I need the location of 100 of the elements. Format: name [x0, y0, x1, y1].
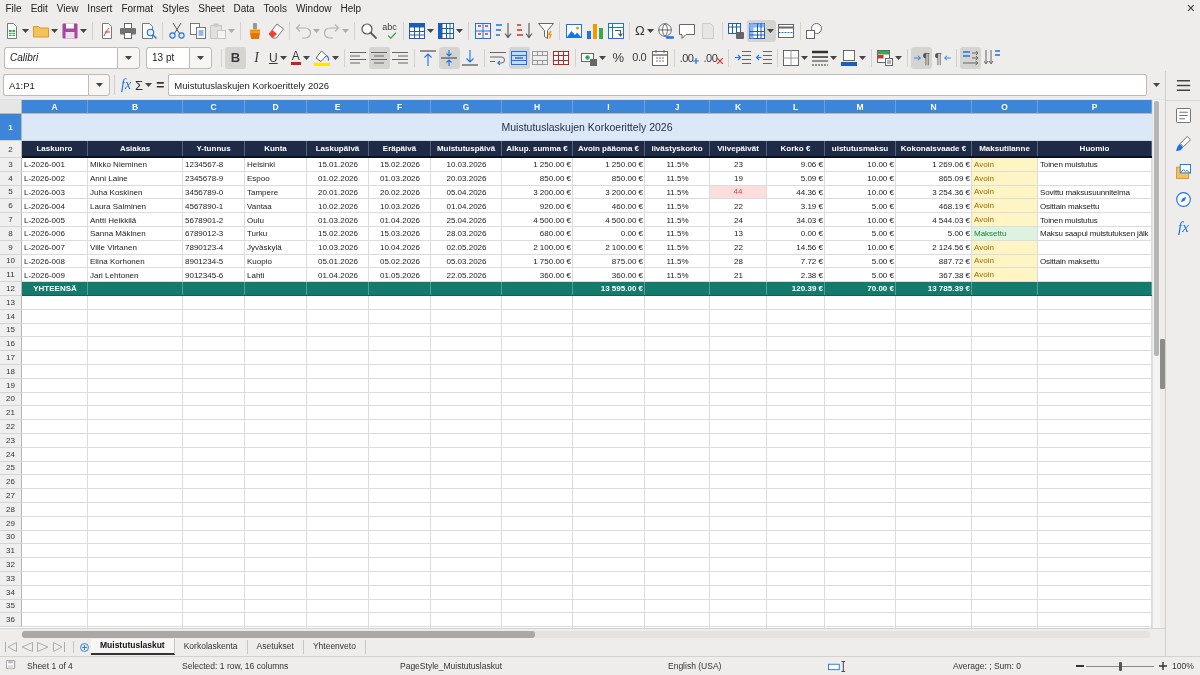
special-character-button[interactable]: Ω	[633, 19, 656, 42]
row-header[interactable]: 17	[0, 351, 22, 365]
function-wizard-button[interactable]: fx	[119, 74, 134, 96]
scrollbar-thumb[interactable]	[22, 630, 535, 638]
undo-icon	[295, 22, 311, 39]
align-center-button[interactable]	[368, 46, 390, 69]
column-title: Korko €	[767, 141, 825, 156]
row-header[interactable]: 31	[0, 544, 22, 559]
menu-icon[interactable]	[1176, 78, 1191, 93]
table-cell-text: 11.5%	[665, 200, 690, 213]
gallery-icon[interactable]	[1176, 163, 1191, 179]
row-header[interactable]: 22	[0, 420, 22, 434]
print-area-icon	[728, 22, 745, 39]
row-header[interactable]: 12	[0, 282, 22, 296]
table-cell-text: L-2026-005	[23, 214, 66, 227]
font-name-field[interactable]: Calibri	[4, 46, 117, 69]
dropdown-button[interactable]	[117, 46, 140, 69]
row-header[interactable]: 16	[0, 337, 22, 352]
column-header[interactable]: N	[896, 100, 972, 114]
menu-item[interactable]: Sheet	[193, 1, 229, 16]
navigator-icon[interactable]	[1176, 191, 1191, 207]
sidebar-toggle[interactable]	[1160, 339, 1165, 389]
font-color-button[interactable]: A	[288, 46, 312, 69]
row-header[interactable]: 2	[0, 141, 22, 158]
menu-item[interactable]: File	[1, 1, 27, 16]
properties-icon[interactable]	[1176, 107, 1191, 123]
slider-thumb[interactable]	[1118, 661, 1122, 671]
horizontal-scrollbar[interactable]	[22, 630, 1150, 638]
scrollbar-thumb[interactable]	[1154, 101, 1159, 356]
column-header[interactable]: E	[307, 100, 369, 114]
delete-decimal-button[interactable]: .00	[701, 46, 726, 69]
row-header[interactable]: 27	[0, 489, 22, 503]
document-save-icon[interactable]	[6, 660, 18, 672]
sheet-tab[interactable]: Yhteenveto	[303, 640, 366, 654]
number-button[interactable]: 0.0	[628, 46, 650, 69]
table-cell-text: 10.02.2026	[316, 200, 359, 213]
menu-item[interactable]: Window	[291, 1, 336, 16]
percent-button[interactable]: %	[607, 46, 629, 69]
row-header[interactable]: 3	[0, 158, 22, 172]
selection-mode-icon[interactable]	[828, 660, 846, 672]
column-header[interactable]: H	[502, 100, 573, 114]
row-header[interactable]: 1	[0, 114, 22, 141]
column-header[interactable]: G	[431, 100, 502, 114]
underline-button[interactable]: U	[267, 46, 289, 69]
table-cell-text: Helsinki	[246, 159, 276, 172]
add-sheet-icon[interactable]	[80, 642, 89, 652]
column-header[interactable]: F	[369, 100, 431, 114]
dropdown-button[interactable]	[189, 46, 212, 69]
menu-item[interactable]: Data	[228, 1, 260, 16]
row-header[interactable]: 36	[0, 613, 22, 628]
sum-button[interactable]: Σ	[133, 74, 155, 96]
left-to-right-button[interactable]: ¶	[911, 46, 933, 69]
close-button[interactable]: ×	[1186, 1, 1195, 16]
bold-button[interactable]: B	[225, 46, 246, 69]
column-header[interactable]: C	[183, 100, 245, 114]
row-header[interactable]: 7	[0, 213, 22, 227]
align-middle-button[interactable]	[438, 46, 460, 69]
text-left-to-right-button[interactable]	[960, 46, 982, 69]
caret-icon	[95, 83, 103, 87]
merge-center-button[interactable]	[508, 46, 530, 69]
row-header[interactable]: 32	[0, 558, 22, 572]
sheet-tab[interactable]: Muistutuslaskut	[91, 639, 175, 655]
formula-button[interactable]: =	[154, 74, 167, 96]
right-to-left-button[interactable]: ¶	[932, 46, 954, 69]
sheet-tab[interactable]: Korkolaskenta	[174, 640, 248, 654]
column-header[interactable]: I	[573, 100, 645, 114]
column-header[interactable]: P	[1038, 100, 1152, 114]
menu-item[interactable]: View	[52, 1, 83, 16]
add-decimal-button[interactable]: .00	[677, 46, 702, 69]
freeze-button[interactable]	[746, 19, 776, 42]
row-header[interactable]: 21	[0, 406, 22, 421]
column-header[interactable]: B	[88, 100, 183, 114]
row-header[interactable]: 6	[0, 199, 22, 214]
row-header[interactable]: 26	[0, 475, 22, 490]
column-header[interactable]: K	[710, 100, 767, 114]
dropdown-button[interactable]	[88, 74, 110, 96]
font-size-field[interactable]: 13 pt	[146, 46, 189, 69]
column-header[interactable]: J	[645, 100, 710, 114]
status-cell: Avoin	[972, 158, 1038, 172]
menu-item[interactable]: Edit	[26, 1, 53, 16]
table-cell-text: 13	[733, 228, 744, 241]
column-header[interactable]: A	[22, 100, 88, 114]
styles-icon[interactable]	[1176, 135, 1191, 151]
menu-item[interactable]: Insert	[82, 1, 117, 16]
formula-input-field[interactable]: Muistutuslaskujen Korkoerittely 2026	[168, 74, 1147, 96]
row-header[interactable]: 11	[0, 268, 22, 283]
menu-item[interactable]: Styles	[157, 1, 194, 16]
functions-button[interactable]: fx	[1178, 219, 1189, 235]
spelling-button[interactable]: abc	[379, 19, 400, 42]
menu-item[interactable]: Format	[116, 1, 158, 16]
zoom-in-icon[interactable]	[1159, 662, 1167, 670]
name-box-field[interactable]: A1:P1	[3, 74, 88, 96]
column-header[interactable]: L	[767, 100, 825, 114]
column-header[interactable]: O	[972, 100, 1038, 114]
column-header[interactable]: M	[825, 100, 896, 114]
column-header[interactable]: D	[245, 100, 307, 114]
italic-button[interactable]: I	[246, 46, 267, 69]
sheet-tab[interactable]: Asetukset	[247, 640, 304, 654]
menu-item[interactable]: Help	[336, 1, 366, 16]
menu-item[interactable]: Tools	[259, 1, 292, 16]
